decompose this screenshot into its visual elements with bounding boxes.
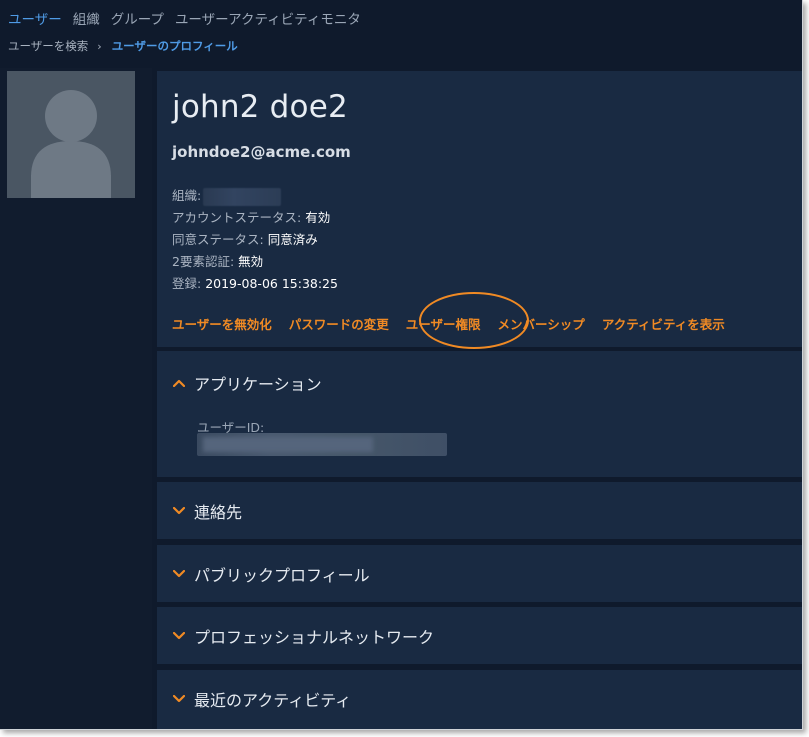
section-header-professional-network[interactable]: プロフェッショナルネットワーク xyxy=(172,607,434,664)
info-two-factor: 2要素認証: 無効 xyxy=(172,254,264,269)
disable-user-link[interactable]: ユーザーを無効化 xyxy=(172,314,272,333)
tab-user-activity-monitor[interactable]: ユーザーアクティビティモニタ xyxy=(175,8,361,28)
tab-organizations[interactable]: 組織 xyxy=(73,8,100,28)
change-password-link[interactable]: パスワードの変更 xyxy=(289,314,389,333)
breadcrumb-user-profile: ユーザーのプロフィール xyxy=(111,39,238,53)
section-public-profile: パブリックプロフィール xyxy=(157,545,802,602)
breadcrumb-separator-icon: › xyxy=(97,39,102,53)
info-registered: 登録: 2019-08-06 15:38:25 xyxy=(172,276,338,291)
user-id-redacted xyxy=(203,437,373,452)
top-nav: ユーザー 組織 グループ ユーザーアクティビティモニタ xyxy=(8,8,361,28)
user-id-field xyxy=(197,433,447,456)
info-account-status: アカウントステータス: 有効 xyxy=(172,210,331,225)
section-professional-network: プロフェッショナルネットワーク xyxy=(157,607,802,664)
chevron-down-icon xyxy=(172,504,186,518)
section-recent-activity: 最近のアクティビティ xyxy=(157,670,802,729)
section-title-public-profile: パブリックプロフィール xyxy=(194,565,370,585)
chevron-up-icon xyxy=(172,376,186,390)
section-title-applications: アプリケーション xyxy=(194,375,322,394)
section-header-recent-activity[interactable]: 最近のアクティビティ xyxy=(172,670,351,727)
consent-status-value: 同意済み xyxy=(267,232,318,247)
tab-groups[interactable]: グループ xyxy=(111,8,164,28)
organization-redacted xyxy=(203,187,282,206)
section-title-contacts: 連絡先 xyxy=(194,502,243,522)
user-email: johndoe2@acme.com xyxy=(172,143,351,161)
view-activity-link[interactable]: アクティビティを表示 xyxy=(602,314,725,333)
tab-users[interactable]: ユーザー xyxy=(8,8,62,28)
section-title-professional-network: プロフェッショナルネットワーク xyxy=(194,627,435,647)
info-consent-status: 同意ステータス: 同意済み xyxy=(172,232,318,247)
app-window: ユーザー 組織 グループ ユーザーアクティビティモニタ ユーザーを検索 › ユー… xyxy=(0,0,803,730)
section-title-recent-activity: 最近のアクティビティ xyxy=(194,690,352,710)
two-factor-value: 無効 xyxy=(238,254,264,269)
user-permissions-link[interactable]: ユーザー権限 xyxy=(406,314,481,333)
registered-value: 2019-08-06 15:38:25 xyxy=(205,276,338,291)
user-info-list: 組織: アカウントステータス: 有効 同意ステータス: 同意済み 2要素認証: … xyxy=(172,185,338,295)
section-contacts: 連絡先 xyxy=(157,482,802,539)
avatar xyxy=(7,71,135,198)
breadcrumb: ユーザーを検索 › ユーザーのプロフィール xyxy=(8,38,238,54)
profile-card: john2 doe2 johndoe2@acme.com 組織: アカウントステ… xyxy=(157,71,802,347)
section-header-public-profile[interactable]: パブリックプロフィール xyxy=(172,545,370,602)
breadcrumb-search-users[interactable]: ユーザーを検索 xyxy=(8,38,88,54)
section-applications: アプリケーション ユーザーID: xyxy=(157,351,802,477)
account-status-value: 有効 xyxy=(305,210,331,225)
user-name: john2 doe2 xyxy=(172,89,348,125)
chevron-down-icon xyxy=(172,629,186,643)
section-header-applications[interactable]: アプリケーション xyxy=(172,371,322,395)
user-silhouette-icon xyxy=(31,90,111,198)
chevron-down-icon xyxy=(172,567,186,581)
chevron-down-icon xyxy=(172,692,186,706)
membership-link[interactable]: メンバーシップ xyxy=(498,314,585,333)
section-header-contacts[interactable]: 連絡先 xyxy=(172,482,242,539)
profile-actions: ユーザーを無効化 パスワードの変更 ユーザー権限 メンバーシップ アクティビティ… xyxy=(172,314,742,333)
info-organization: 組織: xyxy=(172,185,338,207)
